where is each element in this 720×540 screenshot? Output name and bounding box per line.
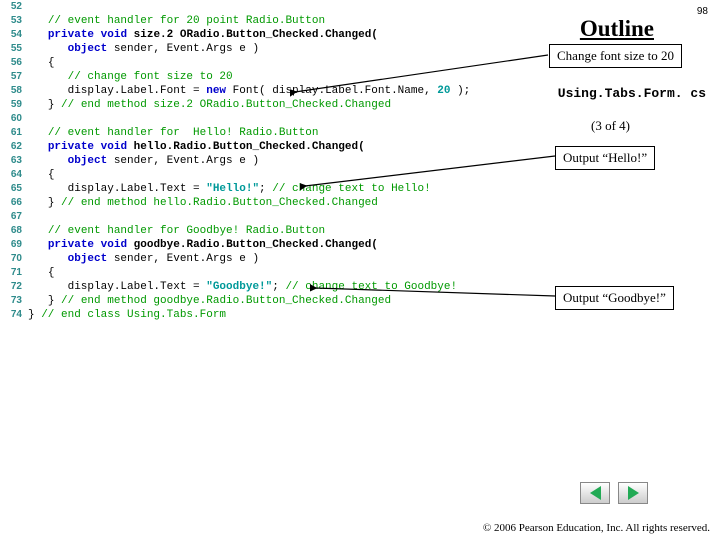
comment: // end method hello.Radio.Button_Checked… — [61, 197, 378, 209]
lineno: 61 — [0, 126, 28, 140]
callout-hello: Output “Hello!” — [555, 146, 655, 170]
lineno: 57 — [0, 70, 28, 84]
lineno: 59 — [0, 98, 28, 112]
brace: { — [48, 169, 55, 181]
string: "Hello!" — [206, 183, 259, 195]
lineno: 62 — [0, 140, 28, 154]
lineno: 56 — [0, 56, 28, 70]
kw-object: object — [68, 43, 108, 55]
method-name: size.2 ORadio.Button_Checked.Changed( — [134, 29, 378, 41]
method-name: goodbye.Radio.Button_Checked.Changed( — [134, 239, 378, 251]
triangle-right-icon — [628, 486, 639, 500]
kw-object: object — [68, 253, 108, 265]
lineno: 65 — [0, 182, 28, 196]
kw-private: private — [48, 141, 94, 153]
brace: { — [48, 267, 55, 279]
comment: // event handler for Hello! Radio.Button — [48, 127, 319, 139]
stmt: display.Label.Text = — [68, 183, 207, 195]
kw-void: void — [101, 239, 127, 251]
lineno: 63 — [0, 154, 28, 168]
comment: // end method size.2 ORadio.Button_Check… — [61, 99, 391, 111]
brace: } — [48, 295, 61, 307]
lineno: 74 — [0, 308, 28, 322]
stmt: Font( display.Label.Font.Name, — [226, 85, 437, 97]
copyright-text: © 2006 Pearson Education, Inc. All right… — [483, 522, 710, 534]
kw-object: object — [68, 155, 108, 167]
lineno: 67 — [0, 210, 28, 224]
lineno: 52 — [0, 0, 28, 14]
lineno: 53 — [0, 14, 28, 28]
comment: // end class Using.Tabs.Form — [41, 309, 226, 321]
lineno: 58 — [0, 84, 28, 98]
stmt: ; — [272, 281, 285, 293]
params: sender, Event.Args e ) — [107, 43, 259, 55]
lineno: 68 — [0, 224, 28, 238]
kw-private: private — [48, 29, 94, 41]
stmt: display.Label.Font = — [68, 85, 207, 97]
stmt: ; — [259, 183, 272, 195]
outline-heading: Outline — [580, 16, 654, 42]
lineno: 72 — [0, 280, 28, 294]
comment: // change text to Hello! — [272, 183, 430, 195]
comment: // change font size to 20 — [68, 71, 233, 83]
comment: // event handler for 20 point Radio.Butt… — [48, 15, 325, 27]
triangle-left-icon — [590, 486, 601, 500]
brace: } — [48, 197, 61, 209]
lineno: 55 — [0, 42, 28, 56]
stmt: display.Label.Text = — [68, 281, 207, 293]
lineno: 54 — [0, 28, 28, 42]
callout-goodbye: Output “Goodbye!” — [555, 286, 674, 310]
kw-private: private — [48, 239, 94, 251]
comment: // event handler for Goodbye! Radio.Butt… — [48, 225, 325, 237]
slide-number: 98 — [697, 6, 708, 17]
comment: // end method goodbye.Radio.Button_Check… — [61, 295, 391, 307]
kw-new: new — [206, 85, 226, 97]
lineno: 69 — [0, 238, 28, 252]
params: sender, Event.Args e ) — [107, 253, 259, 265]
kw-void: void — [101, 141, 127, 153]
literal: 20 — [437, 85, 450, 97]
nav-buttons — [580, 482, 648, 504]
brace: { — [48, 57, 55, 69]
comment: // change text to Goodbye! — [285, 281, 457, 293]
lineno: 60 — [0, 112, 28, 126]
params: sender, Event.Args e ) — [107, 155, 259, 167]
kw-void: void — [101, 29, 127, 41]
stmt: ); — [450, 85, 470, 97]
next-button[interactable] — [618, 482, 648, 504]
lineno: 70 — [0, 252, 28, 266]
lineno: 64 — [0, 168, 28, 182]
lineno: 66 — [0, 196, 28, 210]
callout-font20: Change font size to 20 — [549, 44, 682, 68]
string: "Goodbye!" — [206, 281, 272, 293]
method-name: hello.Radio.Button_Checked.Changed( — [134, 141, 365, 153]
prev-button[interactable] — [580, 482, 610, 504]
lineno: 71 — [0, 266, 28, 280]
brace: } — [48, 99, 61, 111]
lineno: 73 — [0, 294, 28, 308]
filename-label: Using.Tabs.Form. cs — [558, 86, 706, 101]
page-indicator: (3 of 4) — [591, 118, 630, 134]
brace: } — [28, 309, 41, 321]
